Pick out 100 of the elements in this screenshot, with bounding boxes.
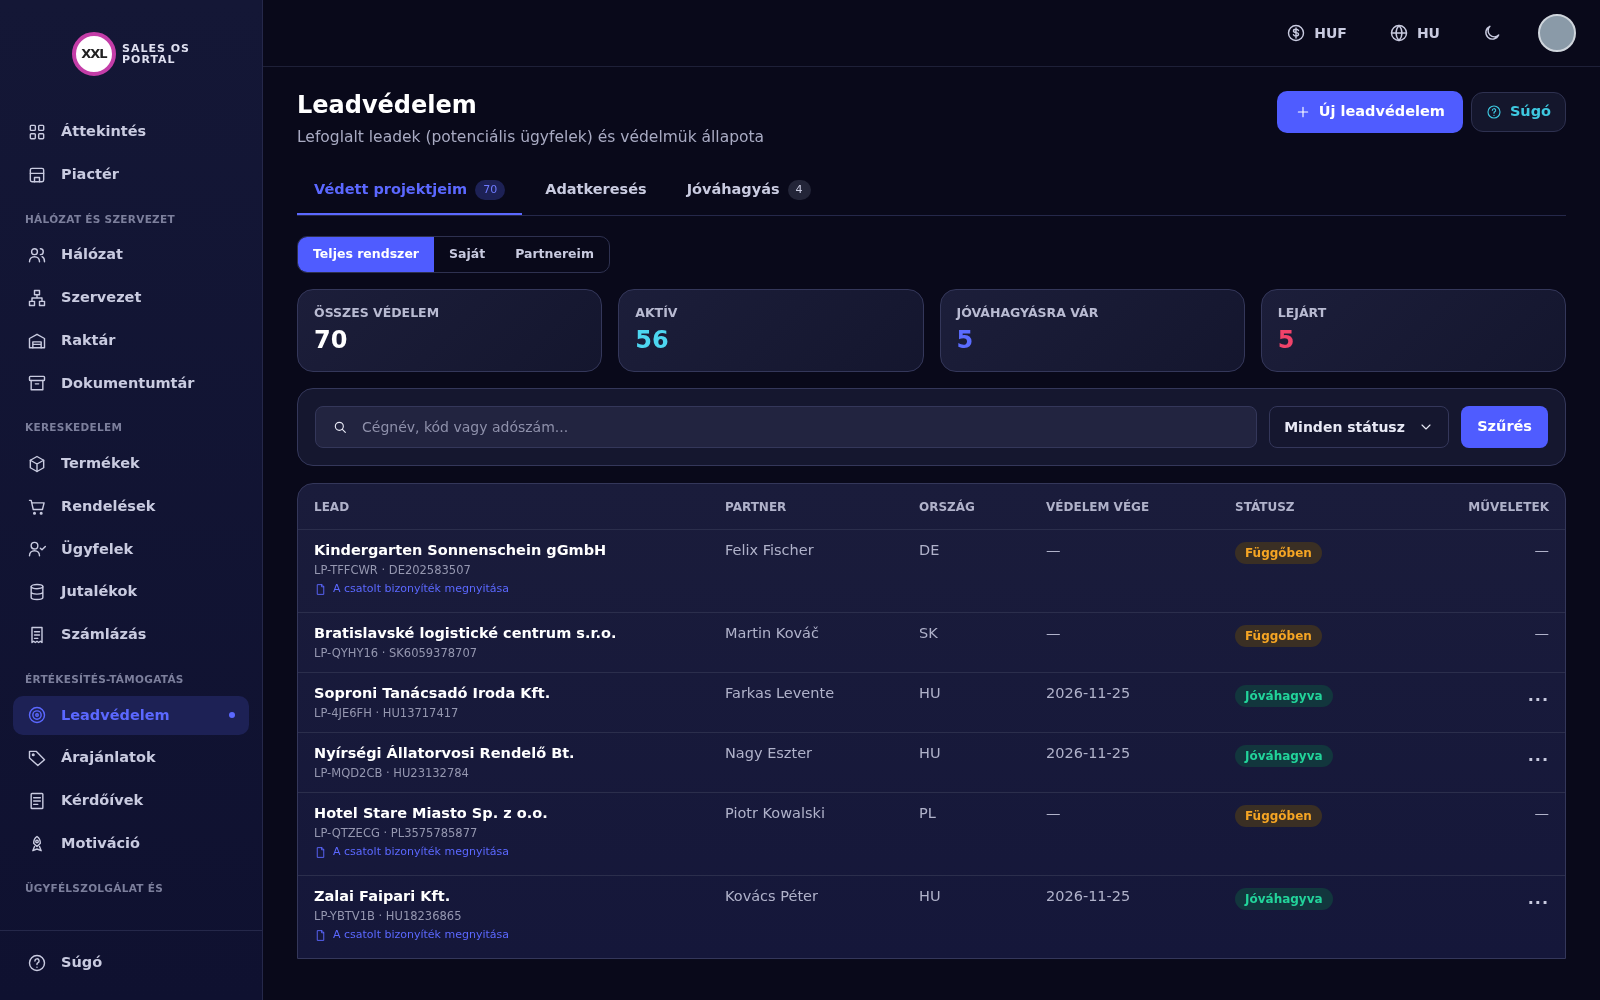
stat-label: JÓVÁHAGYÁSRA VÁR: [956, 303, 1100, 322]
lead-name: Kindergarten Sonnenschein gGmbH: [314, 541, 608, 561]
table-cell: 2026-11-25: [1046, 745, 1131, 762]
search-icon: [332, 419, 348, 436]
lead-code: LP-QTZECG · PL3575785877: [314, 825, 479, 842]
table-cell: PL: [919, 805, 936, 822]
search-bar[interactable]: Cégnév, kód vagy adószám...: [315, 406, 1258, 449]
more-actions-button[interactable]: ...: [1527, 688, 1549, 705]
attachment-link[interactable]: A csatolt bizonyíték megnyitása: [314, 845, 509, 861]
table-cell: —: [1046, 805, 1061, 822]
tag-icon: [27, 748, 47, 769]
table-cell: DE: [919, 542, 940, 559]
sidebar-item[interactable]: Raktár: [13, 320, 249, 361]
status-badge: Jóváhagyva: [1235, 685, 1333, 708]
more-actions-button[interactable]: ...: [1527, 891, 1549, 908]
avatar[interactable]: [1538, 14, 1576, 52]
table-cell: —: [1046, 542, 1061, 559]
attachment-link[interactable]: A csatolt bizonyíték megnyitása: [314, 928, 509, 944]
org-chart-icon: [27, 287, 47, 308]
sidebar-item[interactable]: Szervezet: [13, 278, 249, 318]
status-badge: Jóváhagyva: [1235, 745, 1333, 768]
column-header: MŰVELETEK: [1467, 498, 1549, 517]
lead-code: LP-MQD2CB · HU23132784: [314, 765, 470, 782]
currency-selector[interactable]: HUF: [1280, 21, 1353, 45]
column-header: LEAD: [314, 499, 351, 517]
stat-value: 5: [956, 326, 975, 356]
search-field[interactable]: Cégnév, kód vagy adószám...: [360, 415, 1241, 439]
scope-option[interactable]: Teljes rendszer: [298, 236, 435, 272]
table-cell: —: [1046, 625, 1061, 641]
logo-mark: XXL: [72, 32, 116, 76]
lead-name: Bratislavské logistické centrum s.r.o.: [314, 624, 618, 643]
sidebar-item[interactable]: Dokumentumtár: [13, 363, 249, 404]
scope-option[interactable]: Saját: [434, 236, 501, 272]
help-icon: [27, 953, 47, 974]
tab[interactable]: Védett projektjeim 70: [297, 169, 523, 215]
column-header: VÉDELEM VÉGE: [1046, 498, 1151, 517]
tab[interactable]: Jóváhagyás 4: [669, 169, 828, 215]
stat-label: LEJÁRT: [1277, 303, 1328, 322]
sidebar-item[interactable]: Súgó: [13, 943, 249, 983]
sidebar-item[interactable]: Árajánlatok: [13, 738, 249, 778]
stat-label: AKTÍV: [635, 303, 679, 322]
table-cell: —: [1534, 805, 1549, 822]
table-cell: Piotr Kowalski: [725, 805, 825, 822]
column-header: ORSZÁG: [919, 498, 976, 517]
sidebar-item[interactable]: Hálózat: [13, 235, 249, 275]
logo-text: PORTAL: [122, 54, 177, 65]
sidebar-item[interactable]: Piactér: [13, 154, 249, 195]
sidebar-item[interactable]: Áttekintés: [13, 112, 249, 152]
sidebar-item[interactable]: Termékek: [13, 444, 249, 484]
stat-value: 5: [1277, 326, 1296, 356]
page-title: Leadvédelem: [297, 91, 478, 120]
table-cell: 2026-11-25: [1046, 888, 1131, 905]
attachment-link[interactable]: A csatolt bizonyíték megnyitása: [314, 582, 509, 597]
column-header: PARTNER: [725, 499, 788, 517]
lead-code: LP-YBTV1B · HU18236865: [314, 908, 463, 925]
new-lead-button[interactable]: Új leadvédelem: [1276, 91, 1463, 133]
section-label: ÉRTÉKESÍTÉS-TÁMOGATÁS: [24, 671, 185, 687]
table-cell: HU: [919, 745, 941, 762]
target-icon: [27, 705, 47, 726]
section-label: HÁLÓZAT ÉS SZERVEZET: [24, 211, 176, 227]
scope-option[interactable]: Partnereim: [500, 236, 609, 272]
page-subtitle: Lefoglalt leadek (potenciális ügyfelek) és védelmük állapota: [297, 126, 765, 148]
section-label: ÜGYFÉLSZOLGÁLAT ÉS: [24, 880, 165, 896]
form-icon: [27, 790, 47, 811]
cube-icon: [27, 453, 47, 474]
lead-code: LP-TFFCWR · DE202583507: [314, 562, 472, 579]
column-header: STÁTUSZ: [1235, 498, 1296, 517]
table-cell: Martin Kováč: [725, 625, 819, 641]
status-badge: Függőben: [1235, 542, 1322, 565]
table-cell: SK: [919, 625, 938, 641]
logo-text: SALES OS: [122, 43, 190, 54]
sidebar-item[interactable]: Számlázás: [13, 615, 249, 655]
count-badge: 4: [787, 179, 811, 201]
section-label: KERESKEDELEM: [24, 420, 124, 436]
moon-icon: [1482, 23, 1502, 43]
status-badge: Függőben: [1235, 625, 1322, 648]
database-icon: [27, 582, 47, 603]
sidebar-item[interactable]: Rendelések: [13, 486, 249, 527]
file-icon: [314, 929, 327, 943]
status-badge: Jóváhagyva: [1235, 888, 1333, 911]
sidebar-item[interactable]: Ügyfelek: [13, 529, 249, 570]
status-badge: Függőben: [1235, 805, 1322, 828]
count-badge: 70: [475, 179, 506, 201]
stat-value: 56: [635, 326, 670, 356]
stat-label: ÖSSZES VÉDELEM: [314, 303, 441, 322]
file-icon: [314, 846, 327, 860]
file-icon: [314, 583, 327, 597]
sidebar-item[interactable]: Kérdőívek: [13, 781, 249, 821]
table-cell: Kovács Péter: [725, 888, 818, 905]
help-button[interactable]: Súgó: [1470, 92, 1566, 132]
sidebar-item[interactable]: Motiváció: [13, 823, 249, 864]
filter-button[interactable]: Szűrés: [1461, 406, 1548, 449]
tab[interactable]: Adatkeresés: [528, 169, 664, 215]
more-actions-button[interactable]: ...: [1527, 748, 1549, 765]
language-selector[interactable]: HU: [1382, 21, 1446, 45]
status-dropdown[interactable]: Minden státusz: [1269, 406, 1450, 449]
globe-icon: [1388, 23, 1409, 43]
table-cell: Farkas Levente: [725, 685, 835, 702]
sidebar-item[interactable]: Jutalékok: [13, 572, 249, 612]
stat-value: 70: [314, 326, 349, 356]
